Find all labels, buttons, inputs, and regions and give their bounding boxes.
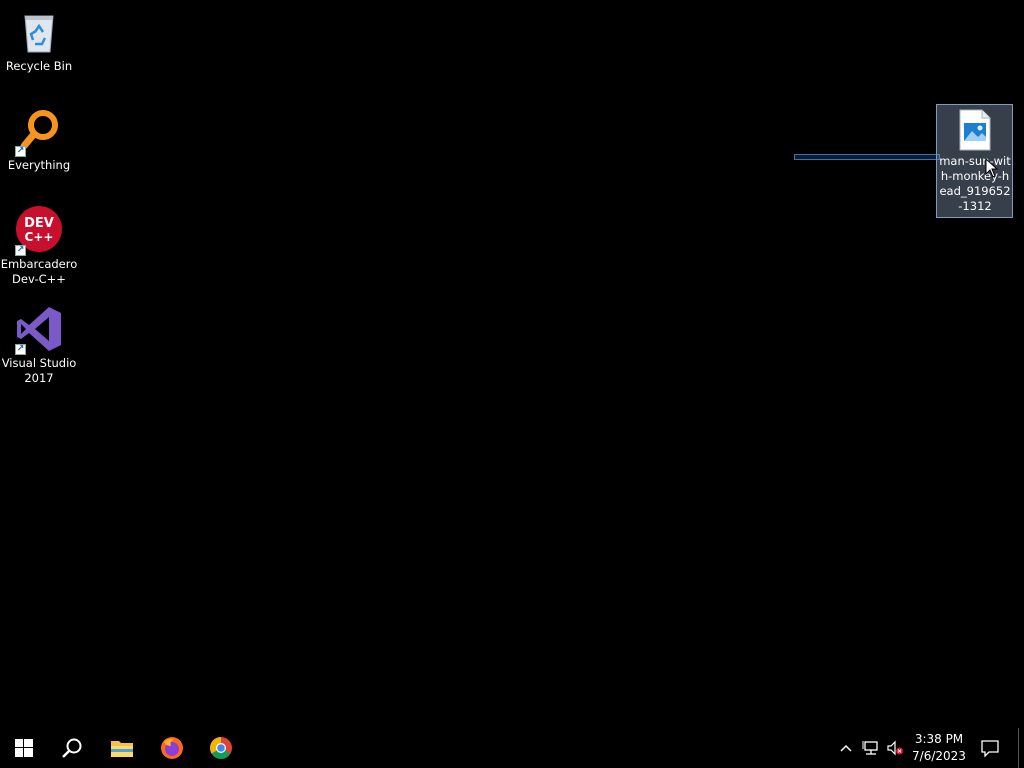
mouse-cursor-icon: [985, 158, 999, 178]
chrome-icon: [210, 737, 232, 759]
shortcut-arrow-icon: ↗: [15, 344, 26, 355]
chrome-button[interactable]: [197, 728, 245, 768]
network-icon: [862, 741, 878, 755]
shortcut-arrow-icon: ↗: [15, 146, 26, 157]
volume-button[interactable]: [886, 740, 904, 756]
firefox-button[interactable]: [148, 728, 196, 768]
desktop-icon-everything[interactable]: ↗ Everything: [0, 107, 78, 173]
image-file-label: man-sun-with-monkey-head_919652-1312: [939, 154, 1011, 213]
image-file-icon: [958, 109, 992, 151]
desktop-icon-recycle-bin[interactable]: Recycle Bin: [0, 8, 78, 74]
clock-time: 3:38 PM: [914, 732, 964, 746]
svg-text:DEV: DEV: [24, 216, 54, 231]
shortcut-arrow-icon: ↗: [15, 245, 26, 256]
start-button[interactable]: [0, 728, 48, 768]
windows-logo-icon: [15, 739, 33, 757]
network-button[interactable]: [862, 740, 880, 756]
desktop-icon-image-file[interactable]: man-sun-with-monkey-head_919652-1312: [936, 104, 1013, 218]
visual-studio-label: Visual Studio 2017: [1, 356, 77, 385]
everything-label: Everything: [7, 158, 71, 172]
search-icon: [62, 738, 82, 758]
volume-muted-icon: [887, 740, 903, 756]
desktop-icon-visual-studio[interactable]: ↗ Visual Studio 2017: [0, 305, 78, 386]
clock[interactable]: 3:38 PM 7/6/2023: [910, 731, 968, 765]
clock-date: 7/6/2023: [912, 749, 966, 763]
firefox-icon: [161, 737, 183, 759]
show-hidden-icons-button[interactable]: [838, 740, 854, 756]
desktop-icon-devcpp[interactable]: DEV C++ ↗ Embarcadero Dev-C++: [0, 206, 78, 287]
recycle-bin-label: Recycle Bin: [5, 59, 73, 73]
everything-search-icon: ↗: [15, 107, 63, 157]
taskbar: 3:38 PM 7/6/2023: [0, 728, 1024, 768]
folder-icon: [111, 741, 133, 757]
recycle-bin-icon: [15, 8, 63, 56]
devcpp-icon: DEV C++ ↗: [15, 206, 63, 256]
devcpp-label: Embarcadero Dev-C++: [0, 257, 78, 286]
visual-studio-icon: ↗: [15, 305, 63, 355]
selection-marquee: [794, 154, 940, 160]
search-button[interactable]: [48, 728, 96, 768]
file-explorer-button[interactable]: [98, 728, 146, 768]
svg-text:C++: C++: [25, 230, 54, 244]
notification-icon: [981, 740, 999, 758]
chevron-up-icon: [840, 744, 852, 752]
action-center-button[interactable]: [980, 739, 1000, 758]
show-desktop-button[interactable]: [1018, 728, 1024, 768]
